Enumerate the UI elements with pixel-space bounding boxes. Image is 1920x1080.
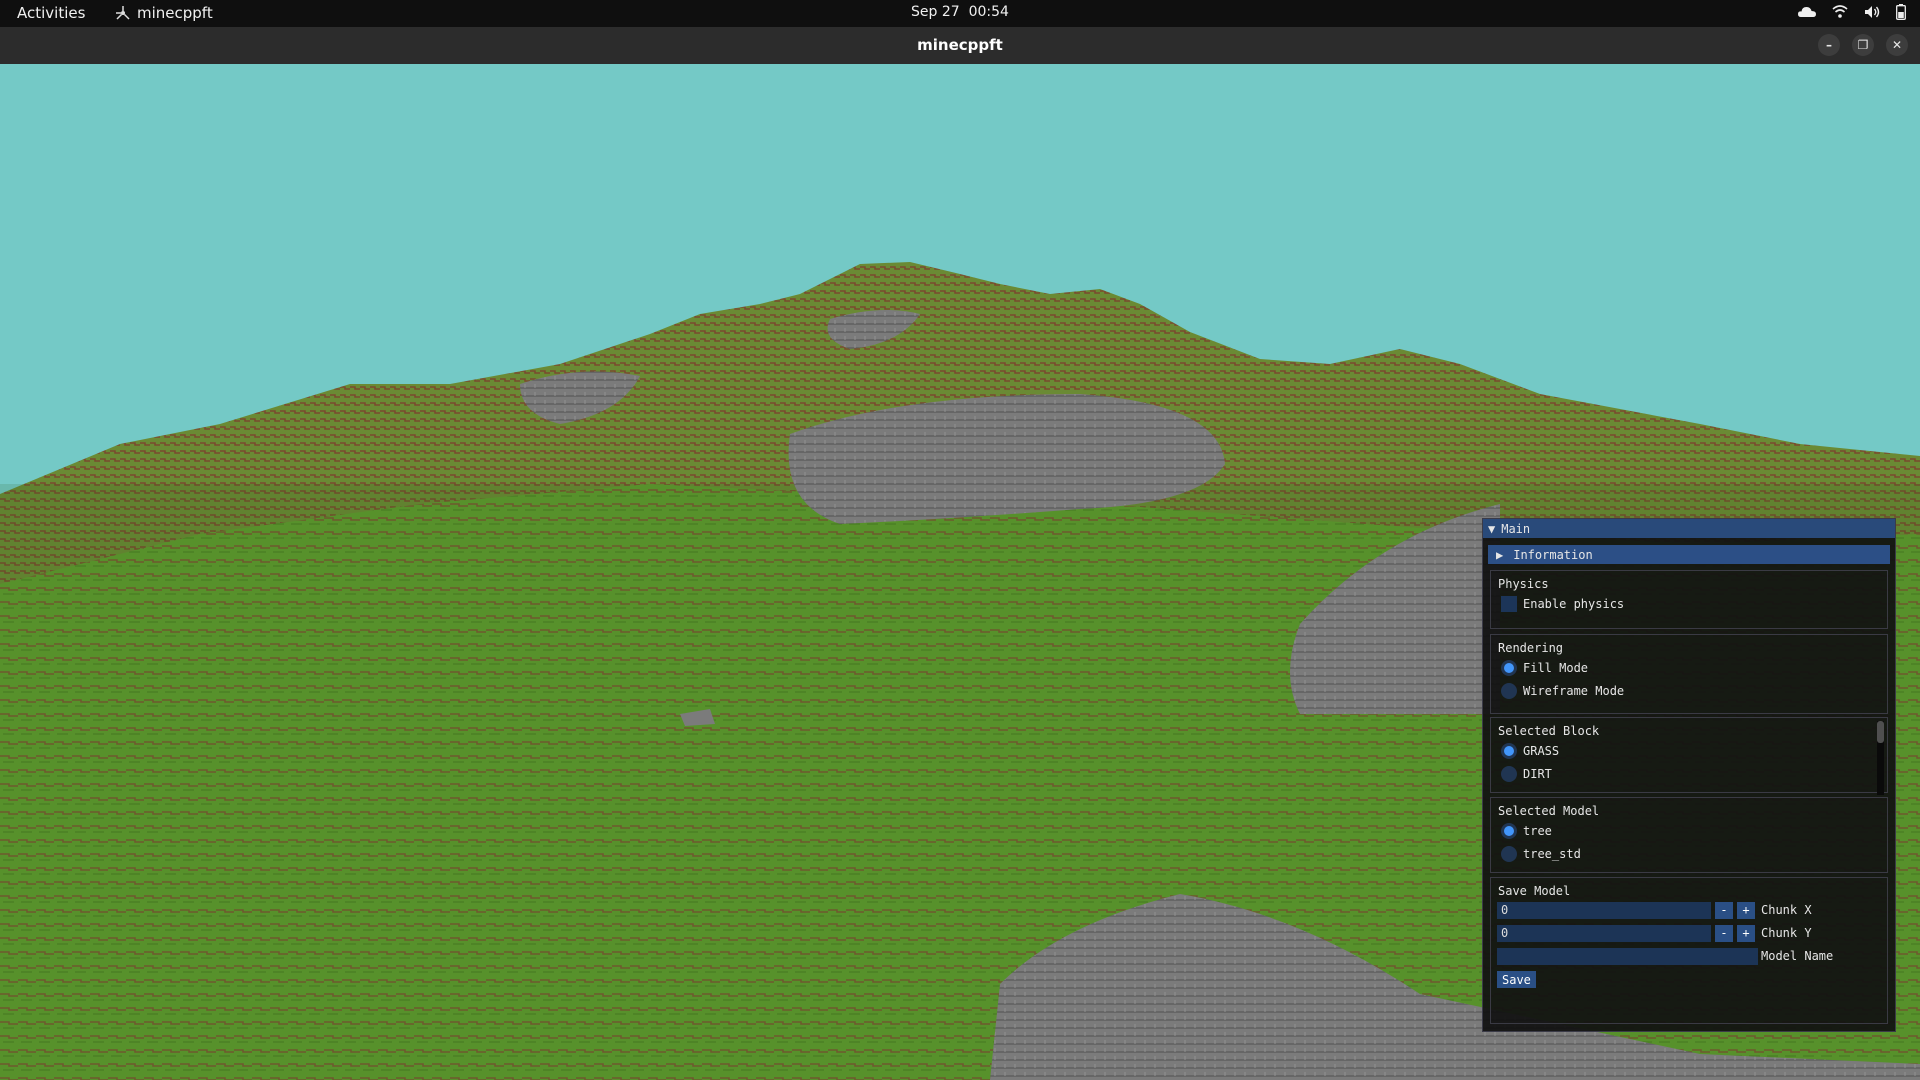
maximize-button[interactable]: ❐: [1852, 34, 1874, 56]
clock-time: 00:54: [968, 4, 1009, 20]
scrollbar-thumb[interactable]: [1877, 721, 1884, 743]
save-model-section: Save Model 0 - + Chunk X 0 - + Chunk Y M…: [1490, 877, 1888, 1024]
selected-model-section: Selected Model tree tree_std: [1490, 797, 1888, 873]
minimize-button[interactable]: –: [1818, 34, 1840, 56]
grass-radio[interactable]: GRASS: [1501, 743, 1559, 759]
physics-heading: Physics: [1498, 577, 1549, 591]
tree-std-radio[interactable]: tree_std: [1501, 846, 1581, 862]
app-name: minecppft: [137, 4, 213, 22]
clock: Sep 27 00:54: [0, 4, 1920, 20]
window-controls: – ❐ ✕: [1818, 34, 1908, 56]
restore-icon: ❐: [1857, 38, 1869, 52]
enable-physics-checkbox[interactable]: Enable physics: [1501, 596, 1624, 612]
close-button[interactable]: ✕: [1886, 34, 1908, 56]
window-titlebar[interactable]: minecppft – ❐ ✕: [0, 27, 1920, 65]
block-list-scrollbar[interactable]: [1877, 721, 1884, 795]
rendering-section: Rendering Fill Mode Wireframe Mode: [1490, 634, 1888, 714]
radio-unselected[interactable]: [1501, 683, 1517, 699]
model-name-label: Model Name: [1761, 949, 1834, 963]
checkbox-box[interactable]: [1501, 596, 1517, 612]
tree-radio[interactable]: tree: [1501, 823, 1552, 839]
radio-selected[interactable]: [1501, 743, 1517, 759]
radio-selected[interactable]: [1501, 660, 1517, 676]
close-icon: ✕: [1891, 38, 1903, 52]
system-top-bar: Activities minecppft Sep 27 00:54: [0, 0, 1920, 27]
chunk-y-increment-button[interactable]: +: [1737, 925, 1755, 942]
clock-button[interactable]: Sep 27 00:54: [911, 4, 1009, 20]
grass-label: GRASS: [1523, 744, 1560, 758]
imgui-window-title: Main: [1501, 521, 1531, 536]
chunk-x-decrement-button[interactable]: -: [1715, 902, 1733, 919]
battery-icon[interactable]: [1896, 4, 1906, 20]
dirt-label: DIRT: [1523, 767, 1552, 781]
selected-model-heading: Selected Model: [1498, 804, 1600, 818]
chunk-y-decrement-button[interactable]: -: [1715, 925, 1733, 942]
imgui-main-window[interactable]: ▼ Main ▶ Information Physics Enable phys…: [1482, 518, 1896, 1032]
save-model-heading: Save Model: [1498, 884, 1571, 898]
minimize-icon: –: [1826, 38, 1832, 52]
volume-icon[interactable]: [1864, 4, 1880, 20]
cloud-icon[interactable]: [1798, 5, 1816, 19]
clock-date: Sep 27: [911, 4, 960, 20]
information-label: Information: [1513, 547, 1593, 562]
save-button[interactable]: Save: [1497, 971, 1536, 988]
enable-physics-label: Enable physics: [1523, 597, 1625, 611]
selected-block-section: Selected Block GRASS DIRT: [1490, 717, 1888, 795]
imgui-title-bar[interactable]: ▼ Main: [1483, 519, 1895, 538]
information-header[interactable]: ▶ Information: [1488, 545, 1890, 564]
chunk-y-label: Chunk Y: [1761, 926, 1812, 940]
dirt-radio[interactable]: DIRT: [1501, 766, 1552, 782]
radio-unselected[interactable]: [1501, 766, 1517, 782]
activities-button[interactable]: Activities: [17, 4, 85, 22]
radio-unselected[interactable]: [1501, 846, 1517, 862]
rendering-heading: Rendering: [1498, 641, 1564, 655]
tree-std-label: tree_std: [1523, 847, 1581, 861]
model-name-input[interactable]: [1497, 948, 1758, 965]
radio-selected[interactable]: [1501, 823, 1517, 839]
chunk-x-label: Chunk X: [1761, 903, 1812, 917]
fill-mode-label: Fill Mode: [1523, 661, 1589, 675]
selected-block-heading: Selected Block: [1498, 724, 1600, 738]
app-menu[interactable]: minecppft: [115, 4, 213, 22]
system-tray[interactable]: [1798, 4, 1906, 20]
fill-mode-radio[interactable]: Fill Mode: [1501, 660, 1588, 676]
wireframe-mode-label: Wireframe Mode: [1523, 684, 1625, 698]
window-title: minecppft: [917, 36, 1003, 54]
expand-triangle-icon: ▶: [1496, 547, 1504, 562]
wireframe-mode-radio[interactable]: Wireframe Mode: [1501, 683, 1624, 699]
physics-section: Physics Enable physics: [1490, 570, 1888, 629]
collapse-triangle-icon[interactable]: ▼: [1488, 522, 1495, 536]
app-icon: [116, 6, 130, 20]
tree-label: tree: [1523, 824, 1552, 838]
chunk-x-increment-button[interactable]: +: [1737, 902, 1755, 919]
wifi-icon[interactable]: [1832, 4, 1848, 20]
chunk-y-input[interactable]: 0: [1497, 925, 1711, 942]
chunk-x-input[interactable]: 0: [1497, 902, 1711, 919]
